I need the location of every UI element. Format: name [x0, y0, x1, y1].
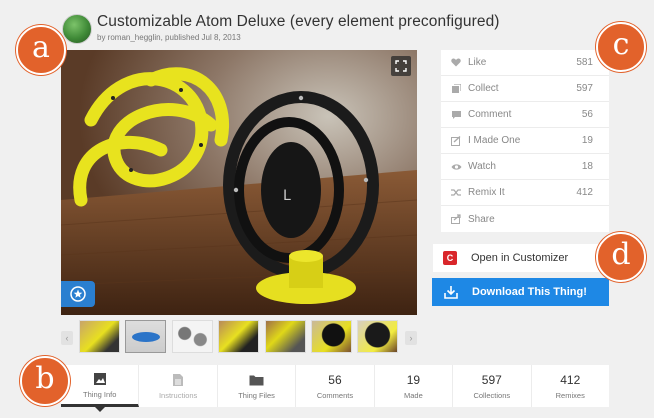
comment-label: Comment	[468, 109, 512, 120]
thumbnail-5[interactable]	[265, 320, 306, 353]
share-icon	[450, 214, 462, 224]
comments-count: 56	[328, 373, 342, 387]
callout-b: b	[20, 356, 70, 406]
tab-thing-info[interactable]: Thing Info	[61, 365, 140, 412]
tab-label: Collections	[473, 391, 511, 400]
thumbnail-4[interactable]	[218, 320, 259, 353]
instructions-icon	[172, 372, 184, 388]
thumb-prev-button[interactable]: ‹	[61, 331, 73, 345]
like-label: Like	[468, 57, 487, 68]
made-one-icon	[450, 135, 462, 146]
thumbnail-2[interactable]	[125, 320, 166, 353]
folder-icon	[249, 372, 264, 388]
heart-icon	[450, 58, 462, 67]
like-button[interactable]: Like 581	[441, 50, 609, 76]
tab-thing-files[interactable]: Thing Files	[218, 365, 297, 407]
tab-label: Made	[404, 391, 423, 400]
i-made-one-count: 19	[581, 135, 593, 146]
watch-button[interactable]: Watch 18	[441, 154, 609, 180]
thumbnail-3[interactable]	[172, 320, 213, 353]
made-count: 19	[406, 373, 421, 387]
atom-model-image: L	[61, 50, 417, 315]
featured-badge[interactable]	[61, 281, 95, 307]
thumbnail-1[interactable]	[79, 320, 120, 353]
collect-count: 597	[576, 83, 593, 94]
expand-image-button[interactable]	[391, 56, 411, 76]
comment-icon	[450, 110, 462, 120]
customizer-logo-icon: C	[443, 251, 457, 265]
collections-count: 597	[481, 373, 502, 387]
tab-label: Remixes	[555, 391, 585, 400]
thing-info-icon	[93, 371, 107, 387]
author-byline[interactable]: by roman_hegglin, published Jul 8, 2013	[97, 33, 241, 42]
share-button[interactable]: Share	[441, 206, 609, 232]
watch-count: 18	[581, 161, 593, 172]
i-made-one-label: I Made One	[468, 135, 521, 146]
callout-d: d	[596, 232, 646, 282]
watch-label: Watch	[468, 161, 496, 172]
remix-label: Remix It	[468, 187, 505, 198]
page-title: Customizable Atom Deluxe (every element …	[97, 13, 500, 30]
tab-label: Instructions	[158, 391, 198, 400]
callout-a: a	[16, 25, 66, 75]
download-button[interactable]: Download This Thing!	[432, 278, 609, 306]
remixes-count: 412	[560, 373, 581, 387]
expand-icon	[395, 60, 407, 72]
tab-remixes[interactable]: 412 Remixes	[532, 365, 609, 407]
share-label: Share	[468, 213, 495, 225]
author-avatar[interactable]	[62, 14, 92, 44]
callout-c: c	[596, 22, 646, 72]
tab-made[interactable]: 19 Made	[375, 365, 454, 407]
remix-icon	[450, 188, 462, 197]
eye-icon	[450, 163, 462, 171]
thing-tab-bar: Thing Info Instructions Thing Files 56 C…	[61, 365, 609, 412]
download-label: Download This Thing!	[472, 286, 587, 298]
star-badge-icon	[70, 286, 86, 302]
collect-icon	[450, 83, 462, 94]
customizer-label: Open in Customizer	[471, 252, 569, 264]
comment-button[interactable]: Comment 56	[441, 102, 609, 128]
thumbnail-6[interactable]	[311, 320, 352, 353]
comment-count: 56	[581, 109, 593, 120]
remix-button[interactable]: Remix It 412	[441, 180, 609, 206]
collect-label: Collect	[468, 83, 499, 94]
main-photo[interactable]: L	[61, 50, 417, 315]
remix-count: 412	[576, 187, 593, 198]
download-icon	[444, 285, 458, 299]
tab-label: Thing Info	[83, 389, 117, 399]
open-in-customizer-button[interactable]: C Open in Customizer	[433, 244, 609, 272]
i-made-one-button[interactable]: I Made One 19	[441, 128, 609, 154]
svg-text:L: L	[283, 188, 291, 204]
like-count: 581	[576, 57, 593, 68]
action-panel: Like 581 Collect 597 Comment 56 I Made O…	[441, 50, 609, 232]
thumbnail-7[interactable]	[357, 320, 398, 353]
tab-collections[interactable]: 597 Collections	[453, 365, 532, 407]
tab-label: Thing Files	[238, 391, 275, 400]
collect-button[interactable]: Collect 597	[441, 76, 609, 102]
thumb-next-button[interactable]: ›	[405, 331, 417, 345]
chevron-left-icon: ‹	[65, 333, 69, 343]
tab-instructions[interactable]: Instructions	[139, 365, 218, 407]
tab-comments[interactable]: 56 Comments	[296, 365, 375, 407]
tab-label: Comments	[316, 391, 354, 400]
chevron-right-icon: ›	[409, 333, 413, 343]
